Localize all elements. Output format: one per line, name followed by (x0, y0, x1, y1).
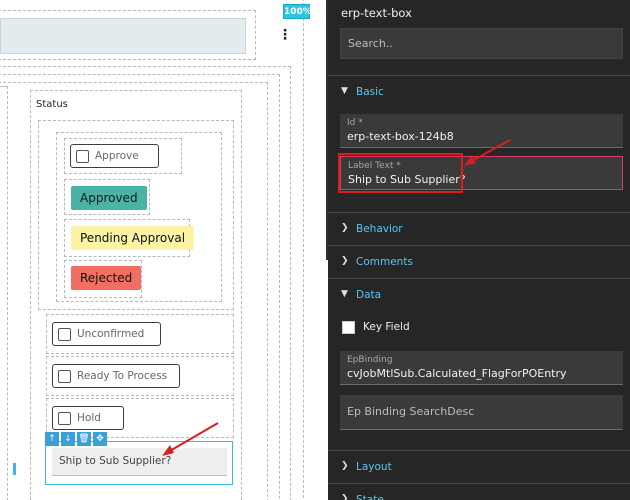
divider (328, 450, 630, 451)
section-behavior-label: Behavior (356, 223, 403, 235)
section-basic[interactable]: ▼ Basic (328, 83, 630, 103)
divider (328, 75, 630, 76)
property-search-input[interactable]: Search.. (340, 28, 623, 59)
section-behavior[interactable]: ❯ Behavior (328, 220, 630, 240)
ep-binding-search-desc-field[interactable]: Ep Binding SearchDesc (340, 395, 623, 430)
hold-label: Hold (77, 412, 101, 424)
chevron-down-icon: ▼ (341, 86, 348, 96)
chevron-right-icon: ❯ (341, 223, 349, 233)
chevron-right-icon: ❯ (341, 494, 349, 500)
arrow-up-icon[interactable]: ↑ (45, 432, 59, 446)
status-heading: Status (36, 99, 68, 110)
checkbox-icon (58, 412, 71, 425)
chevron-right-icon: ❯ (341, 461, 349, 471)
unconfirmed-label: Unconfirmed (77, 328, 145, 340)
id-field-value: erp-text-box-124b8 (347, 130, 454, 143)
more-options-icon[interactable]: ⋮ (278, 28, 292, 42)
checkbox-icon (58, 328, 71, 341)
checkbox-icon[interactable] (342, 321, 355, 334)
divider (328, 483, 630, 484)
chevron-down-icon: ▼ (341, 289, 348, 299)
component-type-title: erp-text-box (341, 6, 412, 20)
divider (328, 278, 630, 279)
scroll-marker (13, 463, 16, 475)
ship-to-sub-supplier-textbox[interactable]: Ship to Sub Supplier? (52, 448, 227, 476)
move-icon[interactable]: ✥ (93, 432, 107, 446)
component-toolbar: ↑ ↓ 🗑 ✥ (45, 432, 107, 446)
section-layout[interactable]: ❯ Layout (328, 458, 630, 478)
section-comments-label: Comments (356, 256, 413, 268)
divider (328, 212, 630, 213)
approve-checkbox[interactable]: Approve (70, 144, 159, 168)
zoom-indicator: 100% (283, 4, 312, 19)
checkbox-icon (58, 370, 71, 383)
ready-to-process-label: Ready To Process (77, 370, 168, 382)
rejected-badge[interactable]: Rejected (71, 266, 142, 290)
section-state[interactable]: ❯ State (328, 491, 630, 500)
panel-divider[interactable] (312, 0, 328, 500)
pending-approval-badge[interactable]: Pending Approval (71, 226, 195, 250)
header-panel[interactable] (0, 18, 246, 54)
chevron-right-icon: ❯ (341, 256, 349, 266)
id-field[interactable]: Id * erp-text-box-124b8 (340, 114, 623, 148)
trash-icon[interactable]: 🗑 (77, 432, 91, 446)
section-data-label: Data (356, 289, 382, 301)
ep-binding-value: cvJobMtlSub.Calculated_FlagForPOEntry (347, 367, 567, 380)
ready-to-process-checkbox[interactable]: Ready To Process (52, 364, 180, 388)
approve-label: Approve (95, 150, 139, 162)
section-state-label: State (356, 494, 384, 500)
annotation-highlight-box (338, 153, 463, 193)
section-basic-label: Basic (356, 86, 384, 98)
hold-checkbox[interactable]: Hold (52, 406, 124, 430)
checkbox-icon (76, 150, 89, 163)
section-data[interactable]: ▼ Data (328, 286, 630, 306)
ep-binding-field[interactable]: EpBinding cvJobMtlSub.Calculated_FlagFor… (340, 351, 623, 385)
section-layout-label: Layout (356, 461, 392, 473)
properties-panel: erp-text-box Search.. ▼ Basic Id * erp-t… (328, 0, 630, 500)
unconfirmed-checkbox[interactable]: Unconfirmed (52, 322, 161, 346)
layout-container (0, 86, 8, 500)
key-field-label: Key Field (363, 321, 410, 333)
arrow-down-icon[interactable]: ↓ (61, 432, 75, 446)
approved-badge[interactable]: Approved (71, 186, 147, 210)
designer-canvas[interactable]: ⋮ 100% Status Approve Approved Pending A… (0, 0, 312, 500)
divider (328, 245, 630, 246)
section-comments[interactable]: ❯ Comments (328, 253, 630, 273)
ep-binding-label: EpBinding (347, 355, 393, 365)
id-field-label: Id * (347, 118, 363, 128)
